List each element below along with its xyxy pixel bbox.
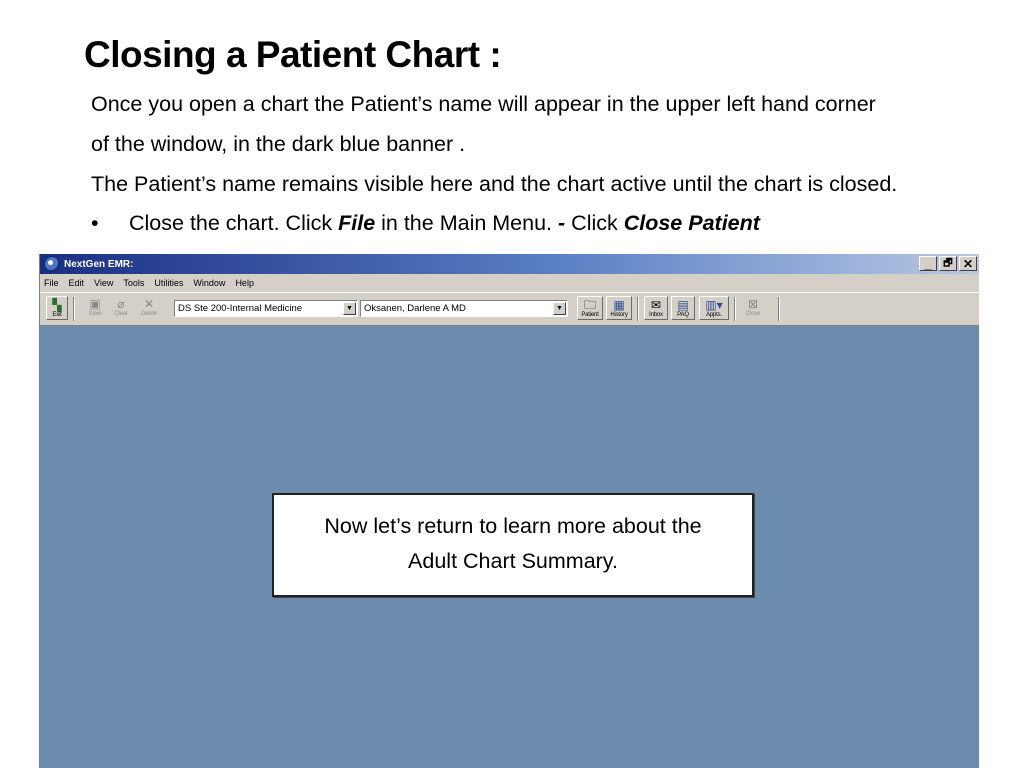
slide-title: Closing a Patient Chart : [84,34,502,75]
provider-value: Oksanen, Darlene A MD [364,303,466,314]
callout-line-2: Adult Chart Summary. [408,549,618,573]
menu-view[interactable]: View [89,278,118,288]
close-window-button[interactable]: ✕ [959,256,977,271]
bullet-close-patient-emphasis: Close Patient [623,211,760,235]
inbox-label: Inbox [649,312,663,318]
close-chart-icon: ⊠ [747,297,759,311]
chevron-down-icon[interactable]: ▼ [343,302,356,315]
appts-label: Appts. [706,312,722,318]
toolbar-separator [734,297,736,321]
app-window: NextGen EMR: _ 🗗 ✕ File Edit View Tools … [39,254,979,768]
eraser-icon: ⌀ [117,297,125,311]
clear-button[interactable]: ⌀ Clear [110,296,132,320]
menu-edit[interactable]: Edit [64,278,90,288]
appts-button[interactable]: ▥▾ Appts. [699,296,729,320]
inbox-tray-icon: ✉ [650,298,662,312]
chevron-down-icon[interactable]: ▼ [553,302,566,315]
intro-line-2: of the window, in the dark blue banner . [91,132,466,156]
menu-file[interactable]: File [40,278,64,288]
callout-line-1: Now let’s return to learn more about the [324,514,702,538]
menu-bar: File Edit View Tools Utilities Window He… [40,274,979,292]
appointments-calendar-icon: ▥▾ [705,298,723,312]
paq-button[interactable]: ▤ PAQ [671,296,695,320]
inbox-button[interactable]: ✉ Inbox [644,296,668,320]
location-value: DS Ste 200-Internal Medicine [178,303,303,314]
delete-button[interactable]: ✕ Delete [138,296,160,320]
callout-note: Now let’s return to learn more about the… [272,493,754,597]
save-label: Save [88,311,102,317]
intro-line-1: Once you open a chart the Patient’s name… [91,92,876,116]
exit-label: Exit [52,312,62,318]
close-chart-button[interactable]: ⊠ Close [740,296,766,320]
bullet-text-3: Click [565,211,624,235]
toolbar: ▚ Exit ▣ Save ⌀ Clear ✕ Delete DS Ste 20… [40,292,979,326]
toolbar-separator [637,297,639,321]
patient-button[interactable]: 🗀 Patient [577,296,603,320]
patient-label: Patient [581,312,599,318]
provider-select[interactable]: Oksanen, Darlene A MD ▼ [360,300,568,317]
minimize-button[interactable]: _ [919,256,937,271]
app-logo-icon [44,256,60,272]
delete-x-icon: ✕ [143,297,155,311]
workspace-area: Now let’s return to learn more about the… [40,326,979,768]
exit-door-icon: ▚ [52,298,62,312]
menu-utilities[interactable]: Utilities [149,278,188,288]
save-button[interactable]: ▣ Save [84,296,106,320]
menu-help[interactable]: Help [230,278,259,288]
toolbar-separator [778,297,780,321]
exit-button[interactable]: ▚ Exit [46,296,68,320]
menu-tools[interactable]: Tools [118,278,149,288]
intro-line-3: The Patient’s name remains visible here … [91,172,898,196]
paq-label: PAQ [677,312,689,318]
menu-window[interactable]: Window [188,278,230,288]
close-label: Close [745,311,761,317]
delete-label: Delete [140,311,158,317]
window-controls: _ 🗗 ✕ [919,256,977,271]
save-disk-icon: ▣ [89,297,101,311]
bullet-file-emphasis: File [338,211,376,235]
bullet-text-1: Close the chart. Click [129,211,339,235]
patient-folder-icon: 🗀 [583,298,596,312]
history-label: History [610,312,628,318]
clear-label: Clear [114,311,128,317]
paq-documents-icon: ▤ [677,298,689,312]
toolbar-separator [73,297,75,321]
history-button[interactable]: ▦ History [606,296,632,320]
location-select[interactable]: DS Ste 200-Internal Medicine ▼ [174,300,358,317]
title-bar[interactable]: NextGen EMR: _ 🗗 ✕ [40,254,979,274]
history-calendar-icon: ▦ [613,298,625,312]
bullet-text-2: in the Main Menu. [375,211,559,235]
instruction-bullet: • Close the chart. Click File in the Main… [91,211,760,236]
app-title: NextGen EMR: [64,258,134,270]
bullet-marker: • [91,211,99,235]
restore-button[interactable]: 🗗 [939,256,957,271]
